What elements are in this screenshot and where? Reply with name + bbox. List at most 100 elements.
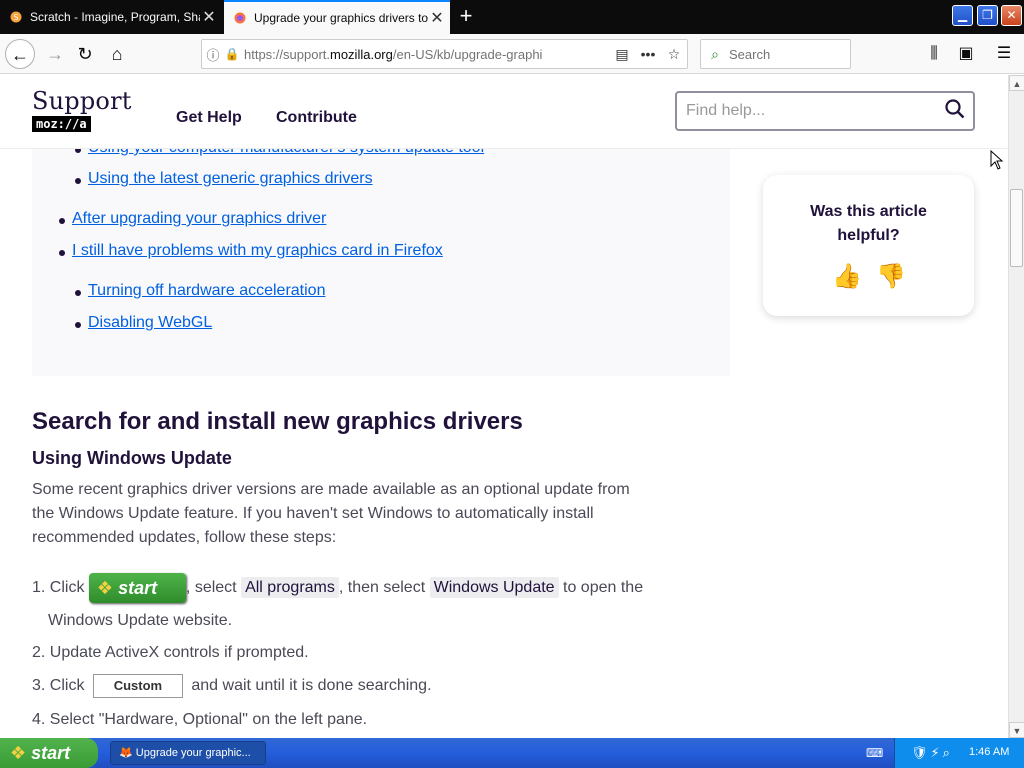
step-text: and wait until it is done searching. <box>191 677 432 695</box>
scrollbar-thumb[interactable] <box>1010 189 1023 267</box>
taskbar-firefox-window[interactable]: 🦊 Upgrade your graphic... <box>110 741 266 765</box>
network-icon[interactable]: ⚡ <box>931 745 943 760</box>
code-windows-update: Windows Update <box>429 577 559 599</box>
reload-button[interactable]: ↻ <box>70 39 100 69</box>
taskbar-item-label: Upgrade your graphic... <box>135 747 251 759</box>
helpful-question: Was this article helpful? <box>810 203 927 244</box>
info-icon[interactable]: ⓘ <box>202 45 224 64</box>
site-header: Support moz://a Get Help Contribute Find… <box>0 75 1008 149</box>
step-3: 3. Click Custom and wait until it is don… <box>32 674 432 698</box>
back-button[interactable]: ← <box>5 39 35 69</box>
find-help-search[interactable]: Find help... <box>675 91 975 131</box>
minimize-button[interactable]: ▁ <box>952 5 973 26</box>
toc-link[interactable]: Turning off hardware acceleration <box>88 282 325 300</box>
search-icon[interactable]: ⌕ <box>943 745 953 760</box>
find-help-input[interactable]: Find help... <box>677 102 937 120</box>
step-number: 4. <box>32 711 46 728</box>
firefox-icon: 🦊 <box>119 747 133 759</box>
helpful-feedback-card: Was this article helpful? 👍 👎 <box>763 175 974 316</box>
step-text: Click <box>49 677 85 695</box>
system-tray: 🛡⚡⌕ 1:46 AM <box>894 738 1024 768</box>
toc-link[interactable]: After upgrading your graphics driver <box>72 210 326 228</box>
scratch-favicon-icon: S <box>10 11 22 23</box>
url-prefix: https://support. <box>244 46 330 62</box>
intro-paragraph: Some recent graphics driver versions are… <box>32 481 630 546</box>
search-icon[interactable] <box>937 98 973 124</box>
subsection-heading: Using Windows Update <box>32 448 232 468</box>
start-image-label: start <box>118 578 158 598</box>
bullet <box>75 290 81 296</box>
windows-logo-icon: ❖ <box>10 743 27 763</box>
page-actions-icon[interactable]: ••• <box>635 46 661 62</box>
sidebar-icon[interactable]: ▣ <box>952 39 980 69</box>
step-number: 3. <box>32 677 46 695</box>
security-shield-icon[interactable]: 🛡 <box>911 745 931 760</box>
tab-title: Scratch - Imagine, Program, Share <box>30 10 200 24</box>
hamburger-menu-icon[interactable]: ☰ <box>990 39 1018 69</box>
vertical-scrollbar[interactable]: ▲ ▼ <box>1008 75 1024 738</box>
search-bar[interactable]: ⌕ Search <box>700 39 851 69</box>
section-heading: Search for and install new graphics driv… <box>32 408 523 435</box>
thumbs-up-icon[interactable]: 👍 <box>831 261 863 293</box>
mozilla-logo[interactable]: moz://a <box>32 116 91 132</box>
start-label: start <box>31 743 71 763</box>
lock-icon[interactable]: 🔒 <box>224 47 240 61</box>
code-all-programs: All programs <box>241 577 339 599</box>
table-of-contents: Using your computer manufacturer's syste… <box>32 115 730 376</box>
tray-icons[interactable]: 🛡⚡⌕ <box>911 745 953 761</box>
url-path: /en-US/kb/upgrade-graphi <box>392 46 543 62</box>
bullet <box>59 250 65 256</box>
step-number: 1. <box>32 579 46 597</box>
firefox-favicon-icon <box>234 12 246 24</box>
logo-support-text[interactable]: Support <box>32 87 132 115</box>
search-placeholder: Search <box>729 46 771 62</box>
step-1: 1. Click ❖ start, select All programs, t… <box>32 573 643 603</box>
keyboard-icon[interactable]: ⌨ <box>866 746 883 760</box>
reader-view-icon[interactable]: ▤ <box>609 46 635 63</box>
close-window-button[interactable]: ✕ <box>1001 5 1022 26</box>
library-icon[interactable]: ⫼ <box>920 39 948 69</box>
mouse-cursor-icon <box>990 150 1004 170</box>
tab-scratch[interactable]: S Scratch - Imagine, Program, Share ✕ <box>0 0 222 34</box>
thumbs-down-icon[interactable]: 👎 <box>875 261 907 293</box>
windows-taskbar: ❖ start 🦊 Upgrade your graphic... ⌨ 🛡⚡⌕ … <box>0 738 1024 768</box>
new-tab-button[interactable]: + <box>453 3 479 29</box>
close-icon[interactable]: ✕ <box>200 7 218 27</box>
url-bar[interactable]: ⓘ 🔒 https://support.mozilla.org/en-US/kb… <box>201 39 688 69</box>
url-domain: mozilla.org <box>330 46 393 62</box>
step-text: Click <box>49 579 85 597</box>
step-4: 4. Select "Hardware, Optional" on the le… <box>32 711 367 729</box>
tab-title: Upgrade your graphics drivers to use <box>254 11 428 25</box>
bullet <box>59 218 65 224</box>
scroll-up-arrow-icon[interactable]: ▲ <box>1009 75 1024 91</box>
step-text: , then select <box>338 579 426 597</box>
search-icon: ⌕ <box>711 45 719 62</box>
custom-button-image: Custom <box>92 674 183 698</box>
start-button-image: ❖ start <box>88 573 186 603</box>
clock[interactable]: 1:46 AM <box>969 746 1009 758</box>
home-button[interactable]: ⌂ <box>102 39 132 69</box>
bullet <box>75 322 81 328</box>
nav-contribute[interactable]: Contribute <box>276 109 357 127</box>
bullet <box>75 178 81 184</box>
toc-link[interactable]: I still have problems with my graphics c… <box>72 242 443 260</box>
toc-link[interactable]: Disabling WebGL <box>88 314 212 332</box>
scroll-down-arrow-icon[interactable]: ▼ <box>1009 722 1024 738</box>
step-2: 2. Update ActiveX controls if prompted. <box>32 644 309 662</box>
page-viewport: Support moz://a Get Help Contribute Find… <box>0 75 1008 738</box>
bookmark-star-icon[interactable]: ☆ <box>661 46 687 63</box>
step-text: Update ActiveX controls if prompted. <box>49 644 309 661</box>
step-text: , select <box>185 579 237 597</box>
nav-get-help[interactable]: Get Help <box>176 109 242 127</box>
url-text[interactable]: https://support.mozilla.org/en-US/kb/upg… <box>240 47 609 62</box>
restore-button[interactable]: ❐ <box>977 5 998 26</box>
toc-link[interactable]: Using the latest generic graphics driver… <box>88 170 373 188</box>
tab-upgrade-graphics[interactable]: Upgrade your graphics drivers to use ✕ <box>224 0 450 34</box>
navigation-toolbar: ← → ↻ ⌂ ⓘ 🔒 https://support.mozilla.org/… <box>0 34 1024 74</box>
svg-text:S: S <box>14 13 19 22</box>
start-button[interactable]: ❖ start <box>0 738 98 768</box>
close-icon[interactable]: ✕ <box>428 8 446 28</box>
step-number: 2. <box>32 644 46 661</box>
step-text: Select "Hardware, Optional" on the left … <box>49 711 368 728</box>
forward-button[interactable]: → <box>40 39 70 69</box>
